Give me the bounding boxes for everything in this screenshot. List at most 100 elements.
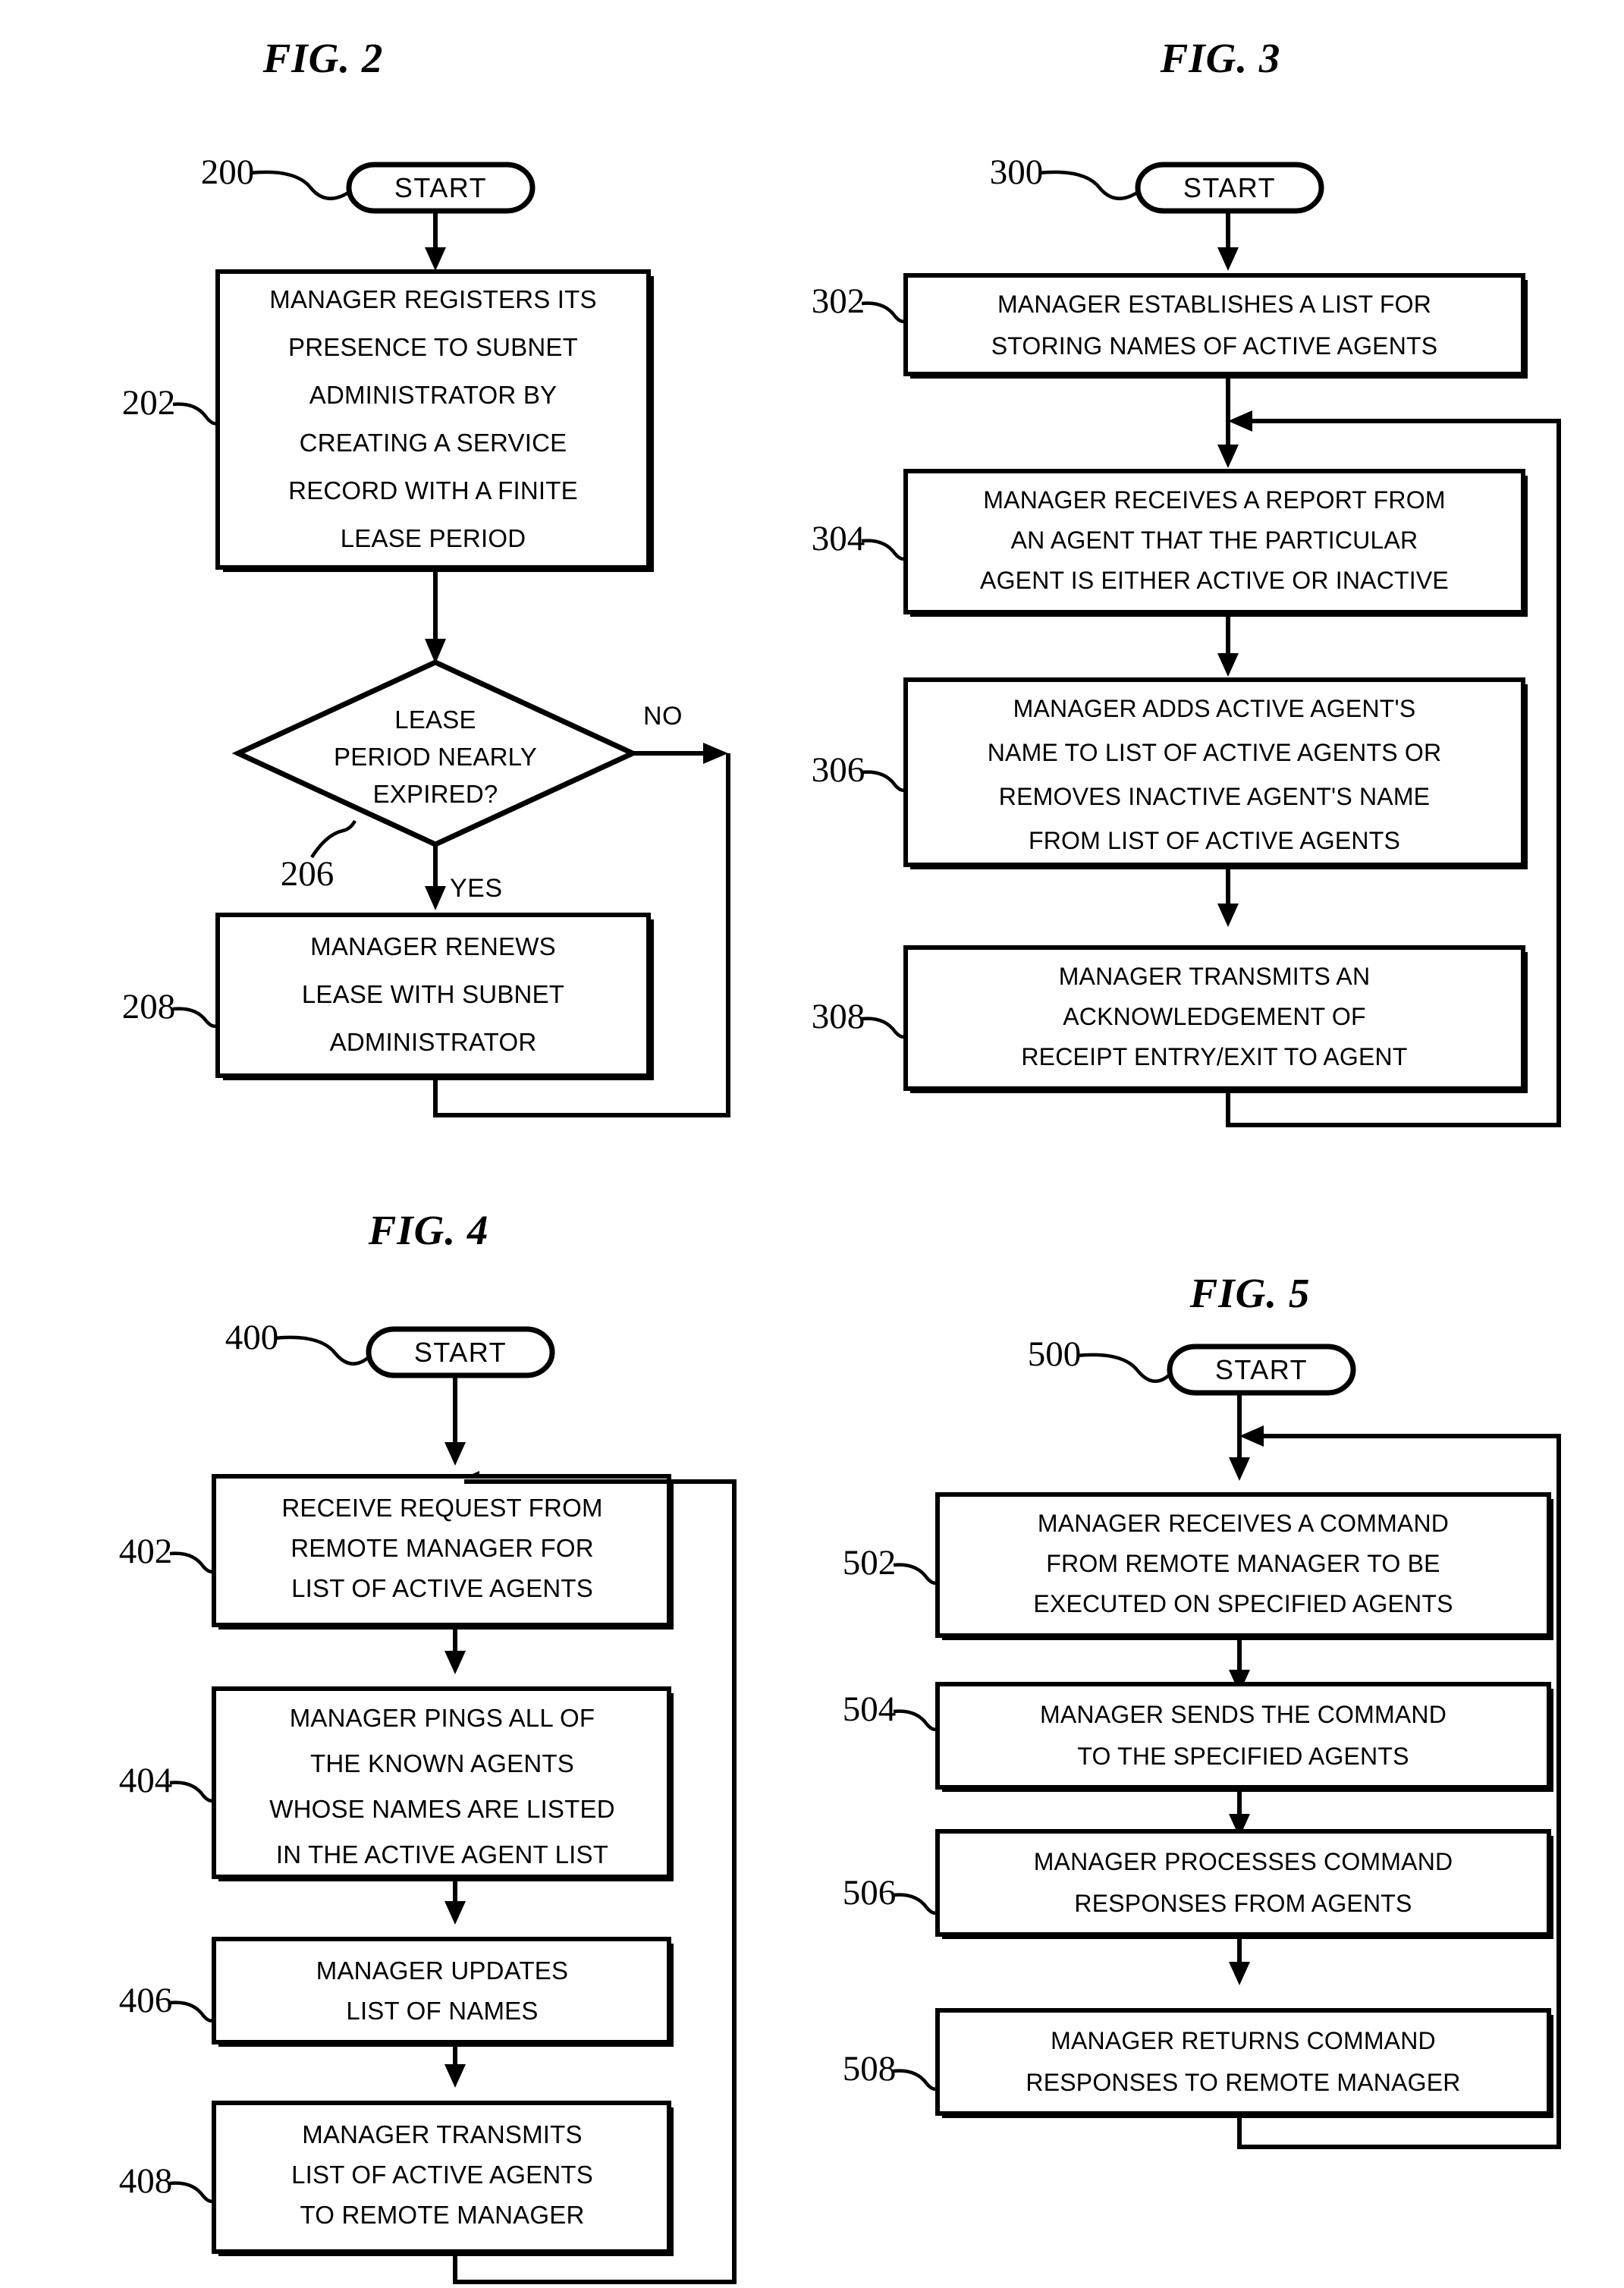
fig3-box-306-line-1: MANAGER ADDS ACTIVE AGENT'S	[1013, 695, 1416, 722]
fig3-ref-308: 308	[812, 997, 865, 1036]
fig3-arrow-306-to-308-head	[1217, 904, 1239, 927]
fig3-leader-308	[861, 1017, 906, 1039]
fig5-leader-504	[893, 1709, 938, 1731]
fig2-box-208-line-2: LEASE WITH SUBNET	[302, 980, 564, 1008]
fig2-branch-label-no: NO	[643, 702, 683, 731]
fig5-leader-502	[893, 1563, 938, 1585]
fig2-decision-206-line-2: PERIOD NEARLY	[334, 743, 537, 771]
figure-3-group: FIG. 3 START 300 MANAGER ESTABLISHES A L…	[812, 35, 1561, 1127]
figure-4-group: FIG. 4 START 400 RECEIVE REQUEST FROM RE…	[119, 1207, 737, 2284]
fig5-leader-508	[893, 2069, 938, 2091]
fig3-box-308-line-2: ACKNOWLEDGEMENT OF	[1063, 1003, 1366, 1030]
fig2-box-208-line-3: ADMINISTRATOR	[330, 1028, 537, 1056]
fig3-ref-306: 306	[812, 750, 865, 790]
fig2-box-202-line-4: CREATING A SERVICE	[300, 429, 567, 457]
fig5-arrow-506-to-508-head	[1229, 1962, 1250, 1985]
fig3-arrow-start-to-302-head	[1217, 247, 1239, 271]
fig3-leader-306	[861, 770, 906, 792]
figure-4-title: FIG. 4	[368, 1207, 489, 1253]
fig2-box-202-line-3: ADMINISTRATOR BY	[309, 381, 558, 409]
fig2-leader-208	[172, 1007, 218, 1028]
fig2-box-202-line-1: MANAGER REGISTERS ITS	[269, 285, 596, 313]
fig4-ref-408: 408	[119, 2161, 173, 2201]
fig3-ref-302: 302	[812, 281, 865, 321]
fig2-decision-206-line-3: EXPIRED?	[373, 780, 498, 808]
fig3-arrow-302-to-304-head	[1217, 445, 1239, 468]
fig4-box-406-line-1: MANAGER UPDATES	[316, 1956, 568, 1985]
fig3-box-304-line-3: AGENT IS EITHER ACTIVE OR INACTIVE	[980, 567, 1449, 594]
fig4-arrow-start-to-402-head	[444, 1442, 466, 1466]
fig5-box-502-line-2: FROM REMOTE MANAGER TO BE	[1046, 1550, 1440, 1577]
fig5-arrow-start-to-502-head	[1229, 1457, 1250, 1481]
fig3-ref-300: 300	[990, 152, 1044, 192]
figure-5-title: FIG. 5	[1189, 1270, 1311, 1316]
fig5-box-504-line-1: MANAGER SENDS THE COMMAND	[1040, 1701, 1447, 1728]
figure-5-group: FIG. 5 START 500 MANAGER RECEIVES A COMM…	[843, 1270, 1561, 2149]
fig3-box-308-line-1: MANAGER TRANSMITS AN	[1059, 963, 1371, 990]
fig3-box-306-line-2: NAME TO LIST OF ACTIVE AGENTS OR	[988, 739, 1442, 766]
fig4-box-408-line-3: TO REMOTE MANAGER	[300, 2201, 585, 2229]
fig3-box-304-line-2: AN AGENT THAT THE PARTICULAR	[1011, 526, 1418, 554]
fig4-box-408-line-2: LIST OF ACTIVE AGENTS	[291, 2161, 593, 2189]
fig5-box-504	[935, 1682, 1551, 1790]
fig5-box-508	[935, 2008, 1551, 2116]
fig4-ref-404: 404	[119, 1761, 173, 1800]
fig2-box-208-line-1: MANAGER RENEWS	[310, 932, 556, 960]
fig4-leader-406	[169, 2000, 215, 2022]
fig5-box-508-line-1: MANAGER RETURNS COMMAND	[1051, 2027, 1436, 2054]
fig4-box-406	[212, 1937, 671, 2044]
fig3-box-306-line-3: REMOVES INACTIVE AGENT'S NAME	[999, 783, 1430, 810]
fig3-box-308-line-3: RECEIPT ENTRY/EXIT TO AGENT	[1021, 1043, 1407, 1070]
fig4-leader-402	[169, 1551, 215, 1573]
fig2-decision-206-line-1: LEASE	[394, 706, 476, 734]
fig2-arrow-no-head	[703, 743, 728, 764]
fig3-box-302-line-1: MANAGER ESTABLISHES A LIST FOR	[997, 291, 1431, 318]
fig2-leader-202	[172, 402, 218, 426]
fig2-leader-206	[310, 819, 357, 859]
fig4-leader-408	[169, 2181, 215, 2203]
fig4-arrow-404-to-406-head	[444, 1901, 466, 1925]
fig5-start-label: START	[1215, 1354, 1308, 1385]
fig2-ref-208: 208	[122, 987, 176, 1026]
fig2-box-202	[215, 269, 651, 570]
fig5-box-502-line-3: EXECUTED ON SPECIFIED AGENTS	[1033, 1590, 1453, 1617]
fig5-ref-504: 504	[843, 1689, 897, 1729]
fig4-leader-404	[169, 1780, 215, 1802]
fig4-box-404-line-4: IN THE ACTIVE AGENT LIST	[276, 1840, 608, 1868]
fig2-arrow-yes-head	[425, 886, 446, 910]
fig2-ref-206: 206	[281, 854, 335, 894]
figure-2-title: FIG. 2	[262, 35, 384, 81]
fig2-box-202-line-6: LEASE PERIOD	[341, 524, 526, 552]
fig4-ref-402: 402	[119, 1532, 173, 1571]
fig4-arrow-406-to-408-head	[444, 2064, 466, 2088]
figure-3-title: FIG. 3	[1160, 35, 1281, 81]
fig4-ref-400: 400	[225, 1318, 279, 1357]
fig2-branch-label-yes: YES	[450, 874, 503, 903]
fig2-ref-200: 200	[201, 152, 255, 192]
fig2-ref-202: 202	[122, 383, 176, 423]
figure-2-group: FIG. 2 START 200 MANAGER REGISTERS ITS P…	[122, 35, 730, 1117]
figures-svg-canvas: FIG. 2 START 200 MANAGER REGISTERS ITS P…	[119, 35, 1561, 2284]
fig5-box-506	[935, 1829, 1551, 1937]
fig2-leader-200	[250, 170, 350, 200]
fig2-start-label: START	[394, 172, 487, 203]
fig5-ref-506: 506	[843, 1873, 897, 1912]
fig4-box-408-line-1: MANAGER TRANSMITS	[302, 2120, 583, 2148]
fig3-start-label: START	[1183, 172, 1276, 203]
fig2-arrow-start-to-202-head	[425, 247, 446, 271]
fig3-box-302-line-2: STORING NAMES OF ACTIVE AGENTS	[991, 332, 1438, 360]
fig4-box-404-line-1: MANAGER PINGS ALL OF	[290, 1704, 595, 1732]
fig5-ref-508: 508	[843, 2049, 897, 2088]
fig4-box-402-line-3: LIST OF ACTIVE AGENTS	[291, 1574, 593, 1602]
fig5-ref-502: 502	[843, 1543, 897, 1582]
fig5-leader-506	[893, 1893, 938, 1915]
fig2-box-202-line-2: PRESENCE TO SUBNET	[288, 333, 578, 361]
fig4-box-406-line-2: LIST OF NAMES	[346, 1997, 538, 2025]
fig3-leader-304	[861, 539, 906, 561]
fig4-box-402-line-2: REMOTE MANAGER FOR	[291, 1534, 594, 1562]
fig5-box-506-line-1: MANAGER PROCESSES COMMAND	[1034, 1848, 1453, 1875]
fig5-box-508-line-2: RESPONSES TO REMOTE MANAGER	[1026, 2069, 1460, 2096]
fig4-box-404-line-3: WHOSE NAMES ARE LISTED	[269, 1795, 615, 1823]
fig5-box-504-line-2: TO THE SPECIFIED AGENTS	[1077, 1743, 1409, 1770]
fig3-arrow-304-to-306-head	[1217, 653, 1239, 677]
